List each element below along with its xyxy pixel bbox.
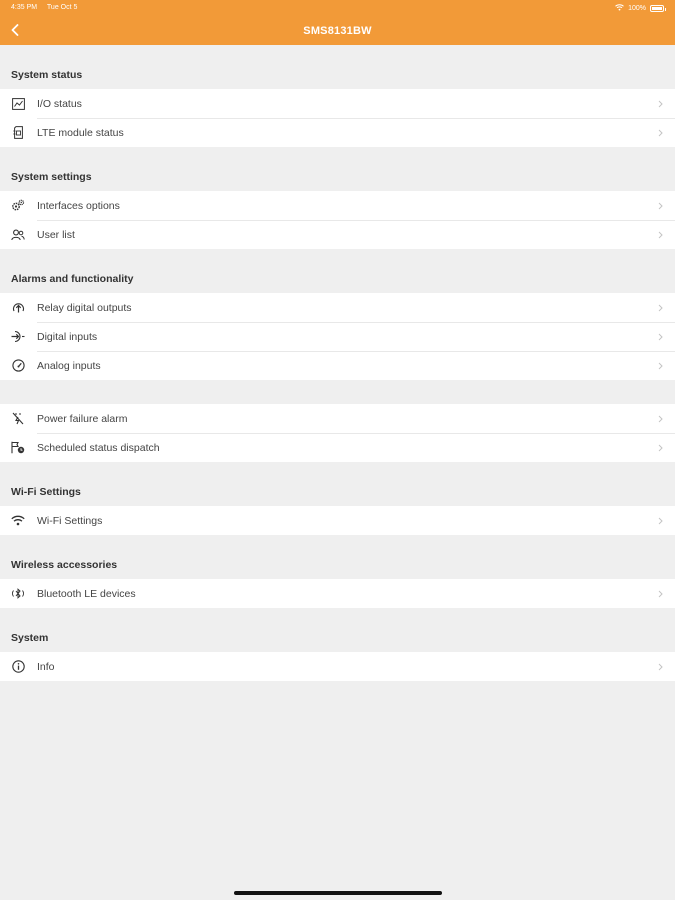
row-label: Digital inputs bbox=[37, 330, 98, 343]
navigation-bar: 4:35 PM Tue Oct 5 100% SMS8131BW bbox=[0, 0, 675, 45]
row-label: Bluetooth LE devices bbox=[37, 587, 136, 600]
group-wireless-accessories: Bluetooth LE devices bbox=[0, 579, 675, 608]
row-label: LTE module status bbox=[37, 126, 124, 139]
chevron-right-icon bbox=[655, 201, 665, 211]
info-icon bbox=[11, 660, 25, 674]
row-label: Analog inputs bbox=[37, 359, 101, 372]
group-alarms: Power failure alarm Scheduled status dis… bbox=[0, 404, 675, 462]
chevron-right-icon bbox=[655, 128, 665, 138]
row-power-failure-alarm[interactable]: Power failure alarm bbox=[0, 404, 675, 433]
section-header-system-status: System status bbox=[11, 69, 83, 81]
row-relay-digital-outputs[interactable]: Relay digital outputs bbox=[0, 293, 675, 322]
relay-icon bbox=[11, 301, 25, 315]
row-analog-inputs[interactable]: Analog inputs bbox=[0, 351, 675, 380]
row-label: Relay digital outputs bbox=[37, 301, 132, 314]
group-system: Info bbox=[0, 652, 675, 681]
chevron-right-icon bbox=[655, 332, 665, 342]
row-label: User list bbox=[37, 228, 75, 241]
chevron-right-icon bbox=[655, 230, 665, 240]
wifi-status-icon bbox=[615, 4, 624, 13]
row-label: I/O status bbox=[37, 97, 82, 110]
status-bar: 4:35 PM Tue Oct 5 100% bbox=[0, 0, 675, 16]
chart-icon bbox=[11, 97, 25, 111]
chevron-right-icon bbox=[655, 443, 665, 453]
row-io-status[interactable]: I/O status bbox=[0, 89, 675, 118]
status-time: 4:35 PM bbox=[11, 4, 38, 11]
group-wifi-settings: Wi-Fi Settings bbox=[0, 506, 675, 535]
section-header-system-settings: System settings bbox=[11, 171, 92, 183]
section-header-wireless-accessories: Wireless accessories bbox=[11, 559, 118, 571]
page-title: SMS8131BW bbox=[303, 25, 372, 37]
chevron-right-icon bbox=[655, 361, 665, 371]
row-label: Info bbox=[37, 660, 55, 673]
row-scheduled-status-dispatch[interactable]: Scheduled status dispatch bbox=[0, 433, 675, 462]
section-header-alarms-and-functionality: Alarms and functionality bbox=[11, 273, 134, 285]
row-digital-inputs[interactable]: Digital inputs bbox=[0, 322, 675, 351]
row-label: Scheduled status dispatch bbox=[37, 441, 160, 454]
chevron-right-icon bbox=[655, 516, 665, 526]
battery-percent: 100% bbox=[628, 5, 646, 12]
wifi-icon bbox=[11, 514, 25, 528]
settings-list: System status I/O status LTE module stat… bbox=[0, 45, 675, 681]
power-off-icon bbox=[11, 412, 25, 426]
row-label: Power failure alarm bbox=[37, 412, 128, 425]
input-icon bbox=[11, 330, 25, 344]
row-lte-module-status[interactable]: LTE module status bbox=[0, 118, 675, 147]
users-icon bbox=[11, 228, 25, 242]
chevron-right-icon bbox=[655, 303, 665, 313]
chevron-right-icon bbox=[655, 414, 665, 424]
gauge-icon bbox=[11, 359, 25, 373]
section-header-wifi-settings: Wi-Fi Settings bbox=[11, 486, 81, 498]
status-date: Tue Oct 5 bbox=[46, 4, 78, 11]
row-user-list[interactable]: User list bbox=[0, 220, 675, 249]
row-label: Wi-Fi Settings bbox=[37, 514, 103, 527]
group-alarms-and-functionality: Relay digital outputs Digital inputs Ana… bbox=[0, 293, 675, 380]
row-label: Interfaces options bbox=[37, 199, 120, 212]
row-interfaces-options[interactable]: Interfaces options bbox=[0, 191, 675, 220]
chevron-right-icon bbox=[655, 99, 665, 109]
row-bluetooth-le-devices[interactable]: Bluetooth LE devices bbox=[0, 579, 675, 608]
section-header-system: System bbox=[11, 632, 49, 644]
schedule-icon bbox=[11, 441, 25, 455]
row-info[interactable]: Info bbox=[0, 652, 675, 681]
row-wifi-settings[interactable]: Wi-Fi Settings bbox=[0, 506, 675, 535]
home-indicator[interactable] bbox=[234, 891, 442, 895]
sim-icon bbox=[11, 126, 25, 140]
chevron-right-icon bbox=[655, 662, 665, 672]
group-system-settings: Interfaces options User list bbox=[0, 191, 675, 249]
battery-icon bbox=[650, 5, 666, 12]
bluetooth-icon bbox=[11, 587, 25, 601]
gears-icon bbox=[11, 199, 25, 213]
chevron-right-icon bbox=[655, 589, 665, 599]
group-system-status: I/O status LTE module status bbox=[0, 89, 675, 147]
